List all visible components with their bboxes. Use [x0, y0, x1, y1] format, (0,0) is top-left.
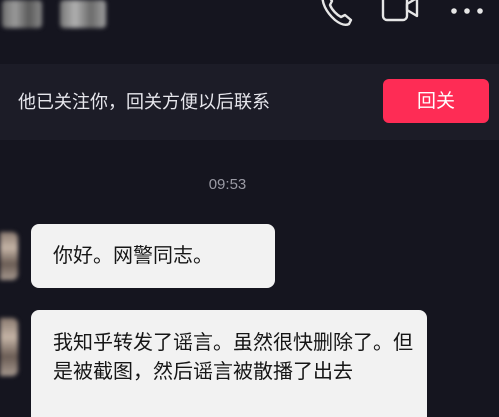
message-bubble[interactable]: 你好。网警同志。: [31, 224, 275, 288]
video-camera-icon[interactable]: [380, 0, 420, 28]
phone-icon[interactable]: [318, 0, 354, 28]
blurred-avatar[interactable]: [2, 0, 42, 28]
message-bubble[interactable]: 我知乎转发了谣言。虽然很快删除了。但是被截图，然后谣言被散播了出去: [31, 310, 427, 417]
follow-back-text: 他已关注你，回关方便以后联系: [18, 92, 270, 113]
follow-back-button[interactable]: 回关: [383, 79, 489, 123]
blurred-username: [60, 0, 106, 28]
more-icon[interactable]: [448, 0, 488, 28]
chat-screen: 他已关注你，回关方便以后联系 回关 09:53 你好。网警同志。 我知乎转发了谣…: [0, 0, 499, 417]
sender-avatar[interactable]: [0, 318, 18, 376]
follow-back-banner: 他已关注你，回关方便以后联系 回关: [0, 64, 499, 140]
message-timestamp: 09:53: [208, 176, 247, 193]
sender-avatar[interactable]: [0, 232, 18, 280]
chat-header: [0, 0, 499, 36]
